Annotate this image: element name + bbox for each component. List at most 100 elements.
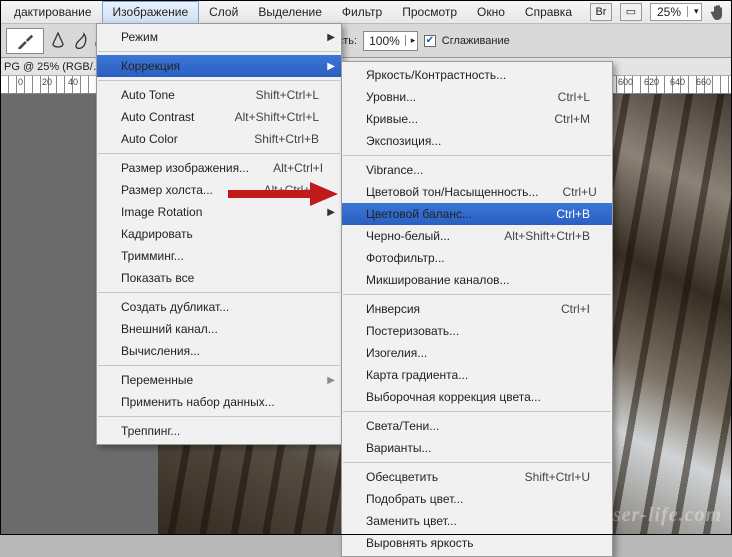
ruler-mark: 660 <box>696 77 711 87</box>
menu-item[interactable]: Размер холста...Alt+Ctrl+C <box>97 179 341 201</box>
menu-item-shortcut: Ctrl+U <box>562 185 596 199</box>
menu-item[interactable]: Изогелия... <box>342 342 612 364</box>
menu-select[interactable]: Выделение <box>248 1 332 23</box>
menu-item[interactable]: Тримминг... <box>97 245 341 267</box>
opacity-input[interactable]: 100% ▸ <box>363 31 418 51</box>
menu-item-label: Auto Contrast <box>121 110 211 124</box>
menu-item-label: Показать все <box>121 271 319 285</box>
menu-item-label: Яркость/Контрастность... <box>366 68 590 82</box>
menu-item-label: Уровни... <box>366 90 534 104</box>
menu-help[interactable]: Справка <box>515 1 582 23</box>
menu-item[interactable]: Размер изображения... Alt+Ctrl+I <box>97 157 341 179</box>
menu-item-shortcut: Ctrl+M <box>554 112 590 126</box>
menu-item[interactable]: Image Rotation▶ <box>97 201 341 223</box>
menu-item-label: Карта градиента... <box>366 368 590 382</box>
menu-item[interactable]: Подобрать цвет... <box>342 488 612 510</box>
menu-item-shortcut: Shift+Ctrl+U <box>525 470 590 484</box>
menu-item[interactable]: Света/Тени... <box>342 415 612 437</box>
menu-item-label: Создать дубликат... <box>121 300 319 314</box>
bridge-icon[interactable]: Br <box>590 3 612 21</box>
hand-icon[interactable] <box>710 3 726 21</box>
menu-item[interactable]: Экспозиция... <box>342 130 612 152</box>
menu-item-label: Постеризовать... <box>366 324 590 338</box>
menu-item[interactable]: Черно-белый...Alt+Shift+Ctrl+B <box>342 225 612 247</box>
menu-item[interactable]: Яркость/Контрастность... <box>342 64 612 86</box>
menu-item[interactable]: Auto ToneShift+Ctrl+L <box>97 84 341 106</box>
sharpen-tool-icon[interactable] <box>50 32 66 50</box>
menu-item-label: Тримминг... <box>121 249 319 263</box>
menu-item[interactable]: Auto Color Shift+Ctrl+B <box>97 128 341 150</box>
menu-item-label: Кривые... <box>366 112 530 126</box>
menu-item[interactable]: Вычисления... <box>97 340 341 362</box>
arrange-icon[interactable]: ▭ <box>620 3 642 21</box>
menu-item[interactable]: Треппинг... <box>97 420 341 442</box>
menu-item-label: Кадрировать <box>121 227 319 241</box>
menu-filter[interactable]: Фильтр <box>332 1 392 23</box>
menu-window[interactable]: Окно <box>467 1 515 23</box>
menu-item[interactable]: Кадрировать <box>97 223 341 245</box>
menu-item-shortcut: Alt+Ctrl+I <box>273 161 323 175</box>
menu-item-label: Микширование каналов... <box>366 273 590 287</box>
ruler-mark: 640 <box>670 77 685 87</box>
menu-item-label: Применить набор данных... <box>121 395 319 409</box>
submenu-arrow-icon: ▶ <box>327 61 335 72</box>
opacity-value: 100% <box>364 34 405 48</box>
menu-image[interactable]: Изображение <box>102 1 200 23</box>
menu-edit[interactable]: дактирование <box>4 1 102 23</box>
menu-item-label: Режим <box>121 30 319 44</box>
menu-item[interactable]: Цветовой баланс... Ctrl+B <box>342 203 612 225</box>
menu-item-label: Цветовой баланс... <box>366 207 532 221</box>
menu-item-label: Треппинг... <box>121 424 319 438</box>
menu-item[interactable]: Постеризовать... <box>342 320 612 342</box>
menu-item-label: Заменить цвет... <box>366 514 590 528</box>
menu-item-label: Выровнять яркость <box>366 536 590 550</box>
menu-item-label: Image Rotation <box>121 205 319 219</box>
menu-item[interactable]: Создать дубликат... <box>97 296 341 318</box>
menu-item-shortcut: Ctrl+B <box>556 207 590 221</box>
image-menu-dropdown: Режим▶Коррекция▶Auto ToneShift+Ctrl+LAut… <box>96 23 342 445</box>
menu-item[interactable]: Vibrance... <box>342 159 612 181</box>
menu-item-shortcut: Shift+Ctrl+L <box>256 88 319 102</box>
menu-item[interactable]: Уровни...Ctrl+L <box>342 86 612 108</box>
watermark: ser-life.com <box>613 504 722 527</box>
zoom-select[interactable]: 25% ▾ <box>650 3 702 21</box>
zoom-value: 25% <box>651 5 687 19</box>
menu-item-label: Экспозиция... <box>366 134 590 148</box>
menu-item[interactable]: Auto ContrastAlt+Shift+Ctrl+L <box>97 106 341 128</box>
menu-item-label: Изогелия... <box>366 346 590 360</box>
menu-item-label: Переменные <box>121 373 319 387</box>
menu-item[interactable]: Показать все <box>97 267 341 289</box>
menu-item-label: Цветовой тон/Насыщенность... <box>366 185 538 199</box>
menu-item-label: Auto Color <box>121 132 230 146</box>
menu-item-label: Vibrance... <box>366 163 590 177</box>
menu-layer[interactable]: Слой <box>199 1 248 23</box>
smudge-tool-icon[interactable] <box>72 32 88 50</box>
menu-item-shortcut: Shift+Ctrl+B <box>254 132 319 146</box>
menu-item[interactable]: Микширование каналов... <box>342 269 612 291</box>
correction-submenu: Яркость/Контрастность...Уровни...Ctrl+LК… <box>341 61 613 557</box>
menu-item[interactable]: ИнверсияCtrl+I <box>342 298 612 320</box>
menu-item[interactable]: Фотофильтр... <box>342 247 612 269</box>
menu-item[interactable]: Варианты... <box>342 437 612 459</box>
menu-item[interactable]: Коррекция▶ <box>97 55 341 77</box>
ruler-mark: 620 <box>644 77 659 87</box>
menu-item[interactable]: Карта градиента... <box>342 364 612 386</box>
menu-item[interactable]: Режим▶ <box>97 26 341 48</box>
menu-item[interactable]: Заменить цвет... <box>342 510 612 532</box>
menu-view[interactable]: Просмотр <box>392 1 467 23</box>
menu-item[interactable]: ОбесцветитьShift+Ctrl+U <box>342 466 612 488</box>
menu-item[interactable]: Выровнять яркость <box>342 532 612 554</box>
menu-item-label: Размер изображения... <box>121 161 249 175</box>
menu-item-label: Черно-белый... <box>366 229 480 243</box>
smooth-checkbox[interactable]: ✔ <box>424 35 436 47</box>
menu-item-label: Размер холста... <box>121 183 240 197</box>
tool-preset[interactable] <box>6 28 44 54</box>
menu-item-label: Света/Тени... <box>366 419 590 433</box>
menu-item[interactable]: Внешний канал... <box>97 318 341 340</box>
menu-item-label: Выборочная коррекция цвета... <box>366 390 590 404</box>
chevron-down-icon: ▾ <box>687 6 701 17</box>
menu-item[interactable]: Кривые... Ctrl+M <box>342 108 612 130</box>
menu-item[interactable]: Цветовой тон/Насыщенность... Ctrl+U <box>342 181 612 203</box>
menu-item[interactable]: Выборочная коррекция цвета... <box>342 386 612 408</box>
menu-item: Применить набор данных... <box>97 391 341 413</box>
